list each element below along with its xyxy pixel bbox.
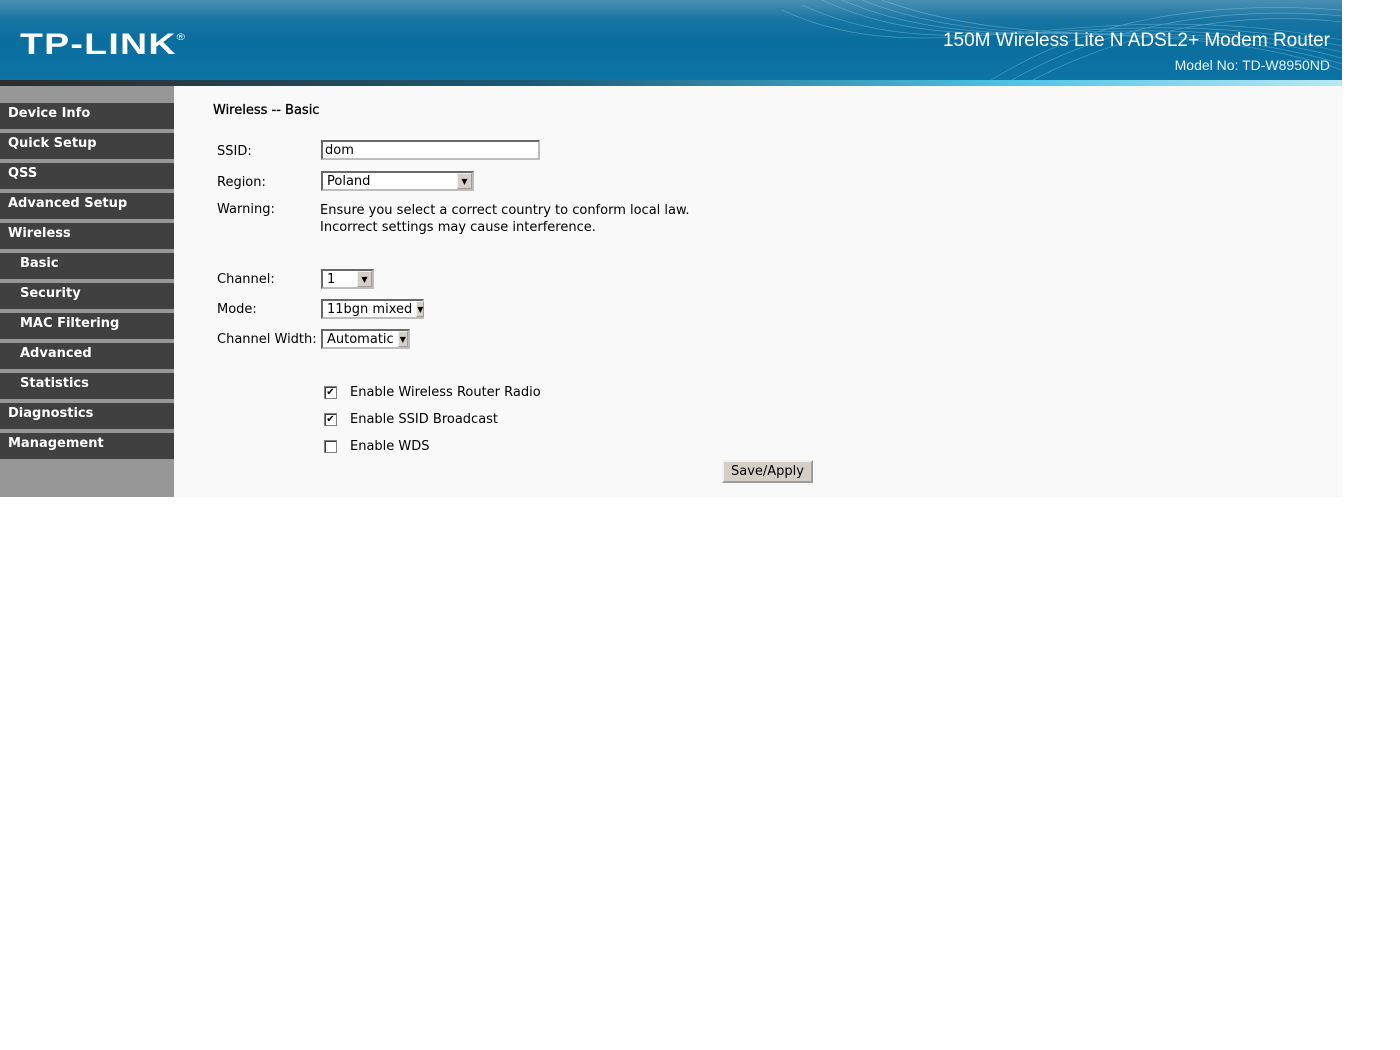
sidebar-item-wireless[interactable]: Wireless <box>0 223 174 249</box>
sidebar-item-diagnostics[interactable]: Diagnostics <box>0 403 174 429</box>
page-title: Wireless -- Basic <box>213 103 320 118</box>
product-name: 150M Wireless Lite N ADSL2+ Modem Router <box>942 30 1330 51</box>
sidebar-item-wireless-advanced[interactable]: Advanced <box>0 343 174 369</box>
chevron-down-icon: ▼ <box>357 271 372 287</box>
channel-width-value: Automatic <box>327 331 394 347</box>
enable-ssid-broadcast-checkbox[interactable]: ✔ <box>324 413 337 426</box>
enable-radio-option: ✔ Enable Wireless Router Radio <box>324 385 541 400</box>
enable-ssid-broadcast-option: ✔ Enable SSID Broadcast <box>324 412 498 427</box>
sidebar-item-qss[interactable]: QSS <box>0 163 174 189</box>
mode-value: 11bgn mixed <box>327 301 413 317</box>
enable-wds-option: Enable WDS <box>324 439 430 454</box>
warning-label: Warning: <box>217 202 275 217</box>
sidebar-nav: Device Info Quick Setup QSS Advanced Set… <box>0 86 174 497</box>
region-label: Region: <box>217 175 266 190</box>
router-admin-page: TP-LINK® 150M Wireless Lite N ADSL2+ Mod… <box>0 0 1342 497</box>
chevron-down-icon: ▼ <box>457 173 472 189</box>
sidebar-item-wireless-basic[interactable]: Basic <box>0 253 174 279</box>
sidebar-item-management[interactable]: Management <box>0 433 174 459</box>
sidebar-item-device-info[interactable]: Device Info <box>0 103 174 129</box>
save-apply-button[interactable]: Save/Apply <box>722 460 813 483</box>
channel-label: Channel: <box>217 272 275 287</box>
main-content: Wireless -- Basic SSID: Region: Poland ▼… <box>174 86 1342 497</box>
sidebar-item-quick-setup[interactable]: Quick Setup <box>0 133 174 159</box>
mode-label: Mode: <box>217 302 257 317</box>
enable-radio-checkbox[interactable]: ✔ <box>324 386 337 399</box>
enable-wds-checkbox[interactable] <box>324 440 337 453</box>
warning-line-1: Ensure you select a correct country to c… <box>320 203 690 218</box>
sidebar-item-wireless-security[interactable]: Security <box>0 283 174 309</box>
warning-text: Ensure you select a correct country to c… <box>320 202 690 236</box>
channel-width-label: Channel Width: <box>217 332 317 347</box>
region-value: Poland <box>327 173 371 189</box>
header-banner: TP-LINK® 150M Wireless Lite N ADSL2+ Mod… <box>0 0 1342 86</box>
chevron-down-icon: ▼ <box>416 301 425 317</box>
enable-wds-label: Enable WDS <box>350 439 430 454</box>
enable-radio-label: Enable Wireless Router Radio <box>350 385 541 400</box>
sidebar-item-advanced-setup[interactable]: Advanced Setup <box>0 193 174 219</box>
mode-select[interactable]: 11bgn mixed ▼ <box>321 299 425 319</box>
channel-select[interactable]: 1 ▼ <box>321 269 374 289</box>
ssid-label: SSID: <box>217 144 252 159</box>
region-select[interactable]: Poland ▼ <box>321 171 474 191</box>
chevron-down-icon: ▼ <box>397 331 408 347</box>
channel-width-select[interactable]: Automatic ▼ <box>321 329 410 349</box>
channel-value: 1 <box>327 271 336 287</box>
warning-line-2: Incorrect settings may cause interferenc… <box>320 220 596 235</box>
enable-ssid-broadcast-label: Enable SSID Broadcast <box>350 412 499 427</box>
tp-link-logo: TP-LINK® <box>20 28 187 61</box>
sidebar-item-statistics[interactable]: Statistics <box>0 373 174 399</box>
ssid-input[interactable] <box>321 140 540 160</box>
model-number: Model No: TD-W8950ND <box>1174 57 1330 73</box>
sidebar-item-mac-filtering[interactable]: MAC Filtering <box>0 313 174 339</box>
